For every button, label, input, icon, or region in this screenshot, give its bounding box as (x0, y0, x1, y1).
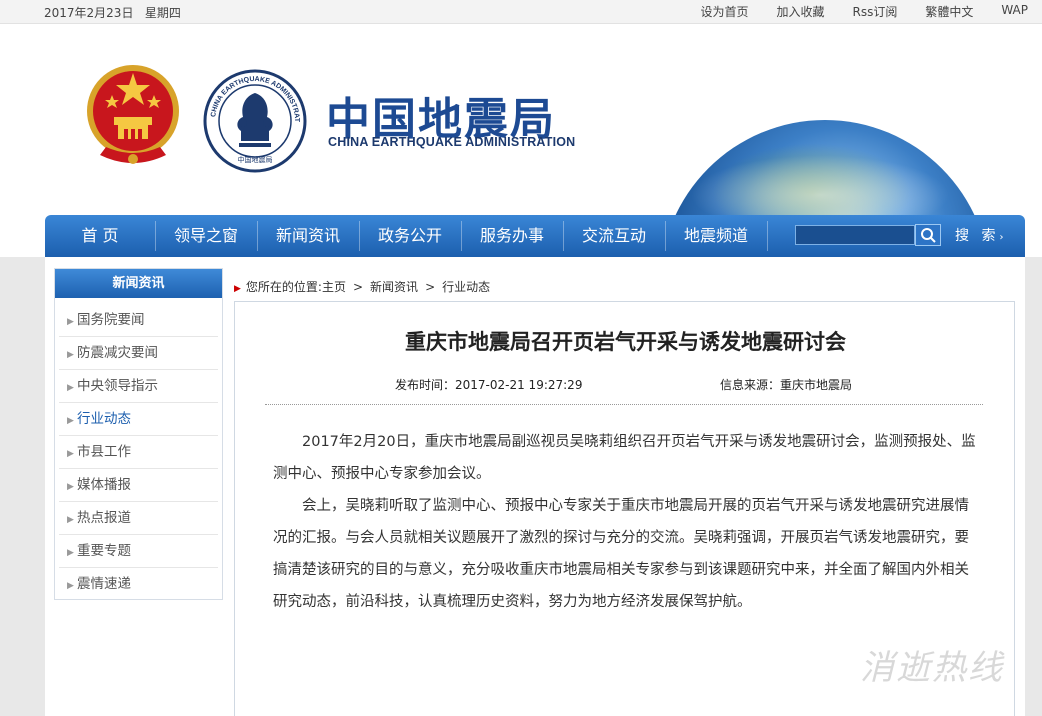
cea-logo-icon: CHINA EARTHQUAKE ADMINISTRATION 中国地震局 (203, 69, 307, 173)
arrow-right-icon: ▶ (67, 482, 74, 492)
search-input[interactable] (795, 225, 915, 245)
traditional-chinese-link[interactable]: 繁體中文 (925, 3, 973, 20)
sidebar-item-quake-express[interactable]: ▶ 震情速递 (59, 568, 218, 601)
sidebar-item-label: 重要专题 (77, 543, 131, 559)
article-body: 2017年2月20日，重庆市地震局副巡视员吴晓莉组织召开页岩气开采与诱发地震研讨… (273, 426, 983, 618)
article-divider (265, 404, 983, 405)
arrow-right-icon: ▶ (67, 383, 74, 393)
chevron-right-icon: › (999, 232, 1008, 243)
sidebar-item-label: 行业动态 (77, 411, 131, 427)
nav-leaders[interactable]: 领导之窗 (155, 215, 257, 257)
sidebar: 新闻资讯 ▶ 国务院要闻 ▶ 防震减灾要闻 ▶ 中央领导指示 ▶ 行业动态 ▶ 市县工作 … (54, 268, 223, 600)
sidebar-item-label: 媒体播报 (77, 477, 131, 493)
weekday-text: 星期四 (144, 6, 181, 20)
nav-news[interactable]: 新闻资讯 (257, 215, 359, 257)
article-paragraph: 会上，吴晓莉听取了监测中心、预报中心专家关于重庆市地震局开展的页岩气开采与诱发地… (273, 498, 969, 610)
site-subtitle: CHINA EARTHQUAKE ADMINISTRATION (328, 135, 576, 149)
national-emblem-icon (87, 65, 179, 164)
add-favorite-link[interactable]: 加入收藏 (776, 3, 824, 20)
article-paragraph: 2017年2月20日，重庆市地震局副巡视员吴晓莉组织召开页岩气开采与诱发地震研讨… (273, 434, 976, 482)
nav-government-affairs[interactable]: 政务公开 (359, 215, 461, 257)
sidebar-item-label: 震情速递 (77, 576, 131, 592)
sidebar-item-county-work[interactable]: ▶ 市县工作 (59, 436, 218, 469)
date-text: 2017年2月23日 (44, 6, 134, 20)
date-display: 2017年2月23日 星期四 (44, 4, 181, 21)
sidebar-item-disaster-reduction-news[interactable]: ▶ 防震减灾要闻 (59, 337, 218, 370)
sidebar-item-label: 中央领导指示 (77, 378, 158, 394)
sidebar-item-industry-news[interactable]: ▶ 行业动态 (59, 403, 218, 436)
breadcrumb-separator: > (425, 280, 436, 294)
sidebar-item-label: 防震减灾要闻 (77, 345, 158, 361)
sidebar-item-state-council-news[interactable]: ▶ 国务院要闻 (59, 304, 218, 337)
sidebar-item-special-topics[interactable]: ▶ 重要专题 (59, 535, 218, 568)
breadcrumb-industry-link[interactable]: 行业动态 (442, 280, 490, 294)
sidebar-list: ▶ 国务院要闻 ▶ 防震减灾要闻 ▶ 中央领导指示 ▶ 行业动态 ▶ 市县工作 ▶ 媒体播报… (55, 298, 222, 601)
breadcrumb-news-link[interactable]: 新闻资讯 (370, 280, 418, 294)
breadcrumb-home-link[interactable]: 主页 (322, 280, 346, 294)
breadcrumb-prefix: 您所在的位置: (245, 280, 322, 294)
sidebar-title: 新闻资讯 (55, 269, 222, 298)
logo-bottom-text: 中国地震局 (238, 155, 273, 164)
arrow-right-icon: ▶ (67, 416, 74, 426)
search-button[interactable] (915, 224, 941, 246)
search-label-text: 搜 索 (955, 228, 1000, 244)
sidebar-item-central-leaders[interactable]: ▶ 中央领导指示 (59, 370, 218, 403)
sidebar-item-media-reports[interactable]: ▶ 媒体播报 (59, 469, 218, 502)
arrow-right-icon: ▶ (67, 581, 74, 591)
nav-earthquake-channel[interactable]: 地震频道 (665, 215, 767, 257)
article-title: 重庆市地震局召开页岩气开采与诱发地震研讨会 (405, 330, 846, 354)
nav-services[interactable]: 服务办事 (461, 215, 563, 257)
nav-home[interactable]: 首 页 (45, 215, 155, 257)
arrow-right-icon: ▶ (67, 317, 74, 327)
arrow-right-icon: ▶ (67, 548, 74, 558)
sidebar-item-hot-reports[interactable]: ▶ 热点报道 (59, 502, 218, 535)
sidebar-item-label: 市县工作 (77, 444, 131, 460)
search-icon (921, 228, 936, 243)
arrow-right-icon: ▶ (67, 350, 74, 360)
nav-interaction[interactable]: 交流互动 (563, 215, 665, 257)
nav-separator (767, 221, 768, 251)
arrow-right-icon: ▶ (67, 449, 74, 459)
site-header: CHINA EARTHQUAKE ADMINISTRATION 中国地震局 中国… (0, 25, 1042, 217)
main-nav: 首 页 领导之窗 新闻资讯 政务公开 服务办事 交流互动 地震频道 搜 索› (45, 215, 1025, 257)
rss-link[interactable]: Rss订阅 (852, 3, 897, 20)
top-links: 设为首页 加入收藏 Rss订阅 繁體中文 WAP (672, 3, 1028, 20)
breadcrumb-separator: > (352, 280, 364, 294)
top-bar: 2017年2月23日 星期四 设为首页 加入收藏 Rss订阅 繁體中文 WAP (0, 0, 1042, 24)
sidebar-item-label: 热点报道 (77, 510, 131, 526)
article-source: 信息来源：重庆市地震局 (720, 378, 853, 392)
search-label-button[interactable]: 搜 索› (955, 215, 1007, 257)
watermark-text: 消逝热线 (860, 648, 1004, 688)
article-publish-time: 发布时间：2017-02-21 19:27:29 (395, 378, 583, 392)
set-homepage-link[interactable]: 设为首页 (700, 3, 748, 20)
arrow-right-icon: ▶ (234, 284, 241, 294)
arrow-right-icon: ▶ (67, 515, 74, 525)
sidebar-item-label: 国务院要闻 (77, 312, 145, 328)
breadcrumb: ▶ 您所在的位置:主页 > 新闻资讯 > 行业动态 (234, 278, 490, 295)
wap-link[interactable]: WAP (1001, 3, 1028, 20)
